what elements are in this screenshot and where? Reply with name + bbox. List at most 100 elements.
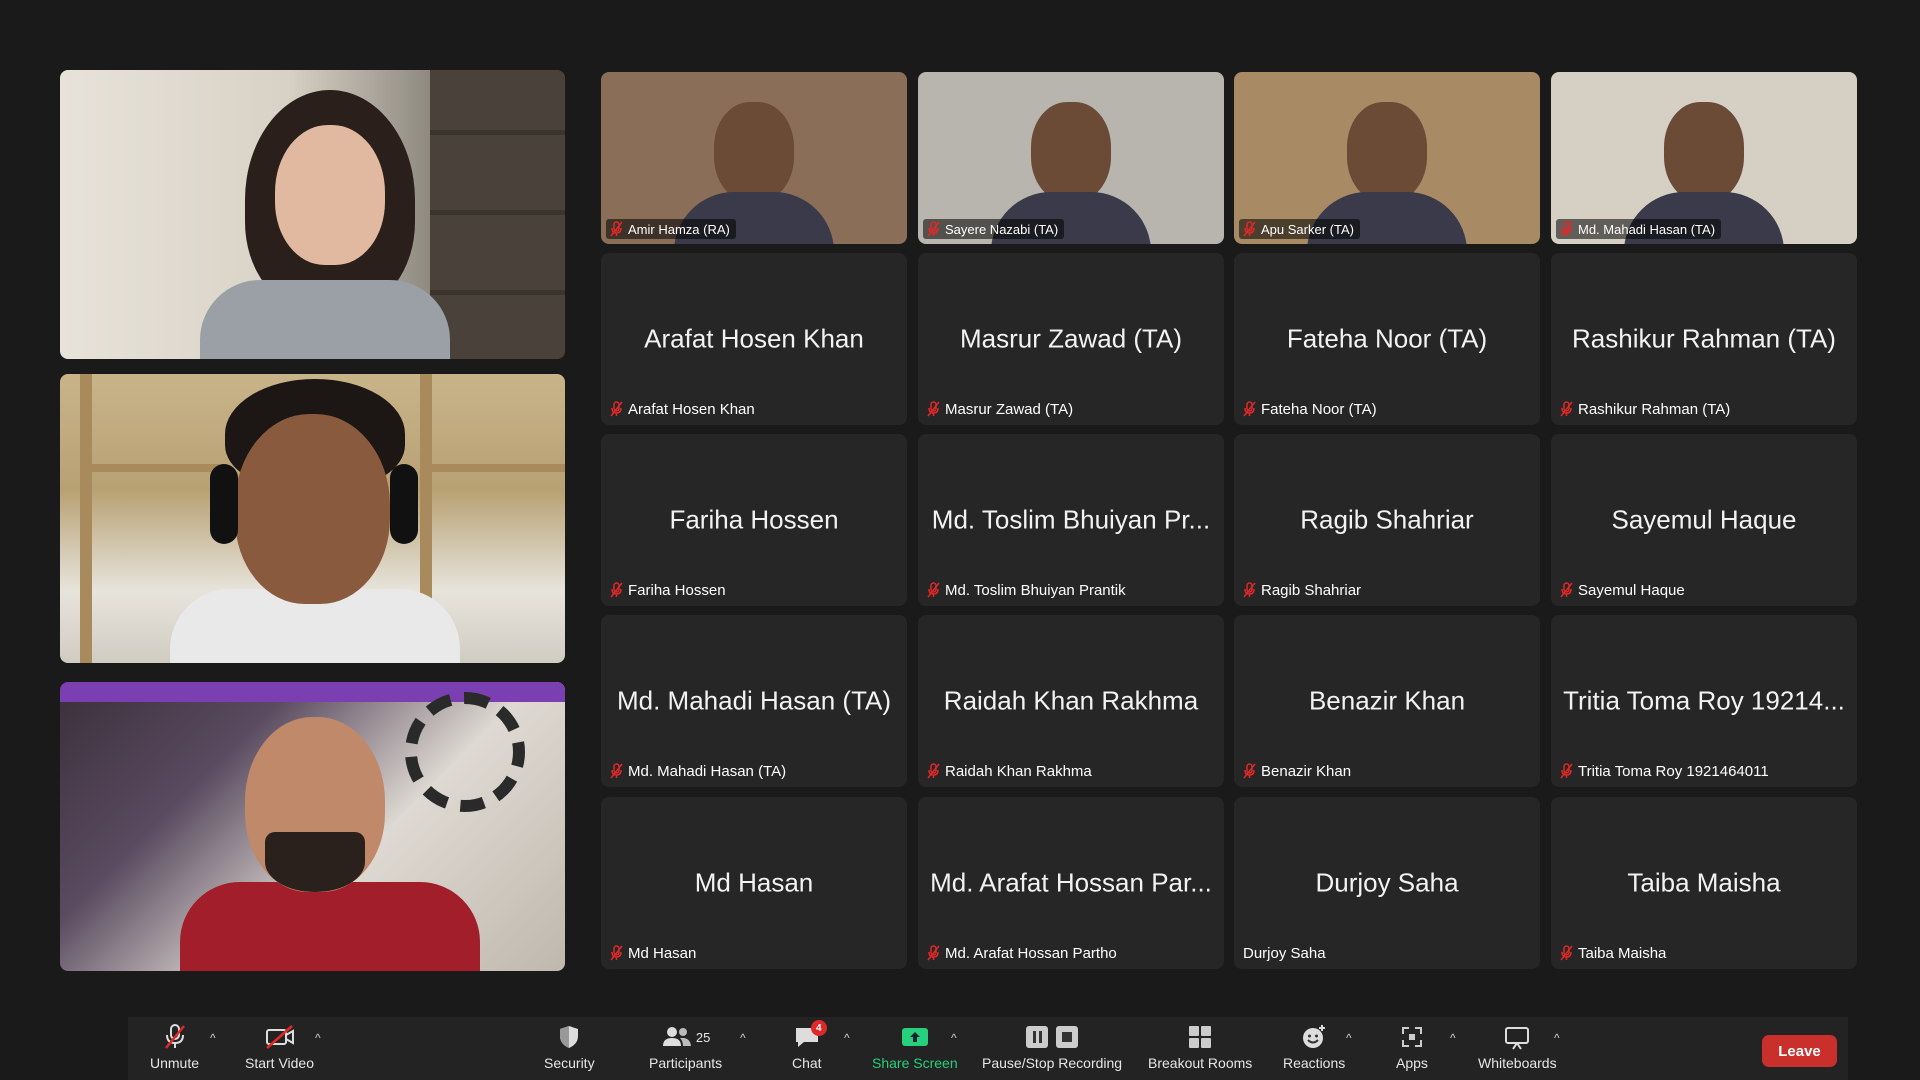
participant-display-name: Benazir Khan	[1308, 685, 1466, 716]
participant-name-label: Taiba Maisha	[1556, 942, 1672, 964]
participant-name-label: Benazir Khan	[1239, 760, 1357, 782]
featured-video-1[interactable]	[60, 70, 565, 359]
shelf-board	[430, 210, 565, 215]
participant-tile[interactable]: Taiba Maisha Taiba Maisha	[1551, 797, 1857, 969]
whiteboard-icon	[1503, 1023, 1531, 1051]
video-options-caret[interactable]: ^	[315, 1031, 321, 1045]
breakout-rooms-icon	[1187, 1023, 1213, 1051]
participant-figure	[1031, 102, 1111, 202]
participant-tile[interactable]: Md. Toslim Bhuiyan Pr... Md. Toslim Bhuiy…	[918, 434, 1224, 606]
participants-icon: 25	[661, 1023, 710, 1051]
security-button[interactable]: Security	[544, 1023, 595, 1077]
share-screen-icon	[900, 1023, 930, 1051]
participant-name-label: Arafat Hosen Khan	[606, 398, 761, 420]
participant-tile[interactable]: Md Hasan Md Hasan	[601, 797, 907, 969]
participant-name-label: Sayemul Haque	[1556, 579, 1691, 601]
reactions-button[interactable]: Reactions	[1283, 1023, 1345, 1077]
leave-button[interactable]: Leave	[1762, 1035, 1837, 1067]
participant-tile[interactable]: Ragib Shahriar Ragib Shahriar	[1234, 434, 1540, 606]
microphone-muted-icon	[1560, 763, 1574, 779]
participant-name-text: Rashikur Rahman (TA)	[1578, 400, 1731, 418]
participant-figure	[1664, 102, 1744, 202]
shelf-board	[430, 130, 565, 135]
participant-name-label: Rashikur Rahman (TA)	[1556, 398, 1736, 420]
participant-name-label: Md. Arafat Hossan Partho	[923, 942, 1123, 964]
microphone-muted-icon	[610, 401, 624, 417]
featured-video-3[interactable]	[60, 682, 565, 971]
participant-tile[interactable]: Arafat Hosen Khan Arafat Hosen Khan	[601, 253, 907, 425]
chat-options-caret[interactable]: ^	[844, 1031, 850, 1045]
participant-tile[interactable]: Sayere Nazabi (TA)	[918, 72, 1224, 244]
participant-tile[interactable]: Md. Mahadi Hasan (TA)	[1551, 72, 1857, 244]
participant-tile[interactable]: Raidah Khan Rakhma Raidah Khan Rakhma	[918, 615, 1224, 787]
chat-button[interactable]: 4 Chat	[792, 1020, 827, 1077]
microphone-muted-icon	[927, 945, 941, 961]
participant-display-name: Taiba Maisha	[1627, 867, 1781, 898]
participant-name-text: Md. Mahadi Hasan (TA)	[1578, 221, 1716, 237]
video-scene	[60, 682, 565, 971]
wall-mirror-decoration	[405, 692, 525, 812]
reactions-label: Reactions	[1283, 1055, 1346, 1071]
participant-tile[interactable]: Amir Hamza (RA)	[601, 72, 907, 244]
participant-display-name: Tritia Toma Roy 19214...	[1563, 685, 1845, 716]
shelf-board	[430, 290, 565, 295]
participant-tile[interactable]: Fateha Noor (TA) Fateha Noor (TA)	[1234, 253, 1540, 425]
whiteboards-button[interactable]: Whiteboards	[1478, 1023, 1557, 1077]
participant-name-text: Md Hasan	[628, 944, 697, 962]
participants-options-caret[interactable]: ^	[740, 1031, 746, 1045]
microphone-muted-icon	[1243, 763, 1257, 779]
video-scene	[60, 70, 565, 359]
apps-button[interactable]: Apps	[1396, 1023, 1428, 1077]
participant-name-text: Arafat Hosen Khan	[628, 400, 755, 418]
microphone-muted-icon	[610, 763, 624, 779]
start-video-button[interactable]: Start Video	[245, 1023, 314, 1077]
apps-label: Apps	[1396, 1055, 1428, 1071]
participant-name-text: Md. Arafat Hossan Partho	[945, 944, 1117, 962]
participant-name-text: Fateha Noor (TA)	[1261, 400, 1377, 418]
participant-name-label: Durjoy Saha	[1239, 942, 1332, 964]
audio-options-caret[interactable]: ^	[210, 1031, 216, 1045]
beard	[265, 832, 365, 892]
participant-display-name: Durjoy Saha	[1315, 867, 1459, 898]
body	[200, 280, 450, 359]
participant-tile[interactable]: Tritia Toma Roy 19214... Tritia Toma Roy …	[1551, 615, 1857, 787]
share-screen-button[interactable]: Share Screen	[872, 1023, 958, 1077]
participant-tile[interactable]: Rashikur Rahman (TA) Rashikur Rahman (TA)	[1551, 253, 1857, 425]
participant-tile[interactable]: Apu Sarker (TA)	[1234, 72, 1540, 244]
participant-tile[interactable]: Md. Mahadi Hasan (TA) Md. Mahadi Hasan (T…	[601, 615, 907, 787]
participant-tile[interactable]: Sayemul Haque Sayemul Haque	[1551, 434, 1857, 606]
smiley-icon	[1300, 1023, 1328, 1051]
apps-options-caret[interactable]: ^	[1450, 1031, 1456, 1045]
participant-display-name: Md. Arafat Hossan Par...	[930, 867, 1212, 898]
participant-name-text: Taiba Maisha	[1578, 944, 1667, 962]
participants-label: Participants	[649, 1055, 723, 1071]
participant-name-label: Md. Mahadi Hasan (TA)	[1556, 219, 1722, 239]
participant-tile[interactable]: Fariha Hossen Fariha Hossen	[601, 434, 907, 606]
participant-display-name: Raidah Khan Rakhma	[943, 685, 1199, 716]
microphone-muted-icon	[1560, 945, 1574, 961]
participant-display-name: Fateha Noor (TA)	[1286, 323, 1488, 354]
unmute-button[interactable]: Unmute	[150, 1023, 199, 1077]
participant-tile[interactable]: Masrur Zawad (TA) Masrur Zawad (TA)	[918, 253, 1224, 425]
breakout-rooms-button[interactable]: Breakout Rooms	[1148, 1023, 1252, 1077]
participant-tile[interactable]: Durjoy Saha Durjoy Saha	[1234, 797, 1540, 969]
zoom-meeting-window: Amir Hamza (RA) Sayere Nazabi (TA) Apu Sar…	[0, 0, 1920, 1080]
recording-button[interactable]: Pause/Stop Recording	[982, 1023, 1122, 1077]
chat-unread-badge: 4	[810, 1020, 827, 1036]
participant-name-text: Amir Hamza (RA)	[628, 221, 730, 237]
face	[235, 414, 390, 604]
participant-tile[interactable]: Benazir Khan Benazir Khan	[1234, 615, 1540, 787]
participant-name-text: Ragib Shahriar	[1261, 581, 1362, 599]
participant-name-label: Sayere Nazabi (TA)	[923, 219, 1065, 239]
reactions-options-caret[interactable]: ^	[1346, 1031, 1352, 1045]
featured-video-2[interactable]	[60, 374, 565, 663]
whiteboards-options-caret[interactable]: ^	[1554, 1031, 1560, 1045]
microphone-muted-icon	[162, 1023, 188, 1051]
participant-tile[interactable]: Md. Arafat Hossan Par... Md. Arafat Hossa…	[918, 797, 1224, 969]
share-options-caret[interactable]: ^	[951, 1031, 957, 1045]
video-off-icon	[264, 1023, 296, 1051]
participant-name-label: Fateha Noor (TA)	[1239, 398, 1383, 420]
participant-name-text: Sayemul Haque	[1578, 581, 1685, 599]
participants-button[interactable]: 25 Participants	[649, 1023, 722, 1077]
microphone-muted-icon	[610, 582, 624, 598]
